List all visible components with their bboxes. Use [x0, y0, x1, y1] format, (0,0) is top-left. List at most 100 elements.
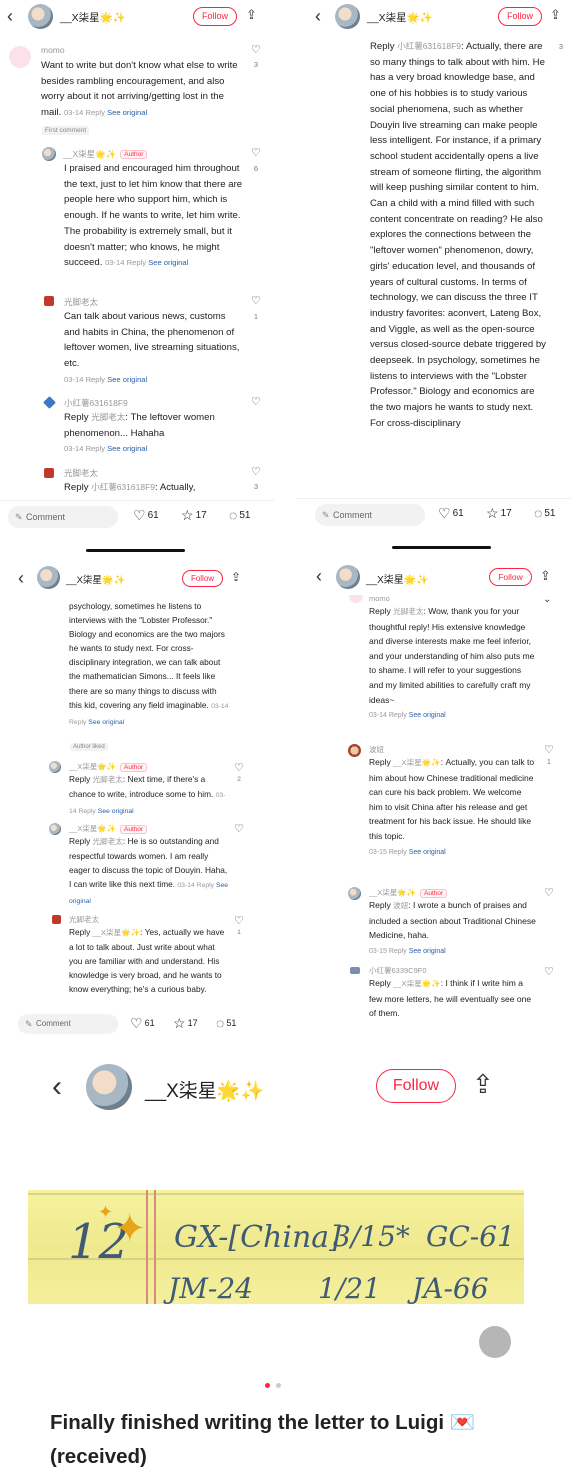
- reply-button[interactable]: Reply: [127, 258, 146, 267]
- share-icon[interactable]: ⇪: [540, 568, 551, 584]
- commenter-name[interactable]: 小红薯6339C9F0: [369, 965, 427, 976]
- follow-button[interactable]: Follow: [193, 7, 237, 26]
- like-icon[interactable]: ♡: [544, 745, 554, 756]
- reply-button[interactable]: Reply: [86, 444, 105, 453]
- author-avatar[interactable]: [335, 4, 360, 29]
- share-icon[interactable]: ⇪: [231, 570, 241, 584]
- reply-to-user[interactable]: 光脚老太: [393, 607, 423, 616]
- commenter-name[interactable]: __X柒星🌟✨ Author: [69, 823, 148, 834]
- share-icon[interactable]: ⇪: [550, 7, 561, 23]
- like-stat[interactable]: ♡ 61: [438, 505, 464, 522]
- reply-to-user[interactable]: 光脚老太: [91, 412, 125, 422]
- see-original-link[interactable]: See original: [409, 712, 446, 719]
- reply-to-user[interactable]: 小红薯631618F9: [397, 41, 461, 51]
- reply-to-user[interactable]: __X柒星🌟✨: [93, 928, 141, 937]
- like-icon[interactable]: ♡: [251, 296, 261, 307]
- see-original-link[interactable]: See original: [409, 948, 446, 955]
- like-icon[interactable]: ♡: [544, 888, 554, 899]
- follow-button[interactable]: Follow: [376, 1069, 456, 1103]
- comment-stat[interactable]: ◌ 51: [229, 507, 250, 523]
- collect-stat[interactable]: ☆ 17: [173, 1015, 198, 1032]
- like-icon[interactable]: ♡: [234, 763, 244, 774]
- carousel-dot-active[interactable]: [265, 1383, 270, 1388]
- reply-button[interactable]: Reply: [78, 808, 95, 815]
- see-original-link[interactable]: See original: [107, 108, 147, 117]
- back-icon[interactable]: ‹: [316, 566, 322, 587]
- comment-stat[interactable]: ◌ 51: [534, 505, 555, 521]
- see-original-link[interactable]: See original: [409, 849, 446, 856]
- commenter-avatar[interactable]: [44, 468, 54, 478]
- reply-to-user[interactable]: 小红薯631618F9: [91, 482, 155, 492]
- author-avatar[interactable]: [86, 1064, 132, 1110]
- carousel-dot[interactable]: [276, 1383, 281, 1388]
- author-avatar[interactable]: [37, 566, 60, 589]
- image-overlay-button[interactable]: [479, 1326, 511, 1358]
- see-original-link[interactable]: See original: [107, 444, 147, 453]
- share-icon[interactable]: ⇪: [246, 7, 257, 23]
- commenter-name[interactable]: 光脚老太: [64, 296, 98, 308]
- collect-stat[interactable]: ☆ 17: [181, 507, 207, 524]
- commenter-avatar[interactable]: [43, 396, 56, 409]
- chevron-down-icon[interactable]: ⌄: [543, 595, 553, 605]
- commenter-name[interactable]: momo: [369, 594, 390, 603]
- commenter-avatar[interactable]: [44, 296, 54, 306]
- commenter-avatar[interactable]: [349, 595, 363, 603]
- see-original-link[interactable]: See original: [98, 808, 134, 815]
- like-icon[interactable]: ♡: [234, 824, 244, 835]
- comment-input[interactable]: ✎ Comment: [8, 506, 118, 528]
- like-icon[interactable]: ♡: [234, 916, 244, 927]
- commenter-avatar[interactable]: [350, 967, 360, 974]
- like-icon[interactable]: ♡: [251, 148, 261, 159]
- commenter-name[interactable]: __X柒星🌟✨ Author: [369, 887, 448, 898]
- back-icon[interactable]: ‹: [7, 6, 13, 27]
- commenter-name[interactable]: 波妞: [369, 744, 384, 755]
- like-stat[interactable]: ♡ 61: [130, 1015, 155, 1032]
- author-name[interactable]: __X柒星🌟✨: [145, 1076, 264, 1103]
- see-original-link[interactable]: See original: [107, 375, 147, 384]
- author-avatar[interactable]: [28, 4, 53, 29]
- reply-to-user[interactable]: 波妞: [393, 901, 408, 910]
- commenter-name[interactable]: momo: [41, 45, 65, 55]
- author-name[interactable]: __X柒星🌟✨: [66, 572, 126, 586]
- follow-button[interactable]: Follow: [182, 570, 223, 587]
- commenter-avatar[interactable]: [49, 823, 61, 835]
- like-icon[interactable]: ♡: [544, 967, 554, 978]
- commenter-avatar[interactable]: [9, 46, 31, 68]
- commenter-name[interactable]: __X柒星🌟✨ Author: [63, 148, 148, 160]
- follow-button[interactable]: Follow: [498, 7, 542, 26]
- see-original-link[interactable]: See original: [88, 719, 124, 726]
- see-original-link[interactable]: See original: [148, 258, 188, 267]
- like-icon[interactable]: ♡: [251, 45, 261, 56]
- reply-button[interactable]: Reply: [389, 712, 407, 719]
- commenter-name[interactable]: 小红薯631618F9: [64, 397, 128, 409]
- reply-button[interactable]: Reply: [86, 108, 105, 117]
- collect-stat[interactable]: ☆ 17: [486, 505, 512, 522]
- reply-button[interactable]: Reply: [69, 719, 86, 726]
- commenter-name[interactable]: 光脚老太: [69, 914, 99, 925]
- author-name[interactable]: __X柒星🌟✨: [367, 10, 433, 25]
- reply-button[interactable]: Reply: [389, 948, 407, 955]
- reply-button[interactable]: Reply: [86, 375, 105, 384]
- commenter-avatar[interactable]: [49, 761, 61, 773]
- commenter-avatar[interactable]: [348, 887, 361, 900]
- like-icon[interactable]: ♡: [251, 397, 261, 408]
- commenter-name[interactable]: 光脚老太: [64, 467, 98, 479]
- author-avatar[interactable]: [336, 565, 360, 589]
- reply-to-user[interactable]: __X柒星🌟✨: [393, 979, 441, 988]
- post-image[interactable]: 12 ✦ ✦ GX-[China] 3/15* GC-61 JM-24 1/21…: [28, 1190, 524, 1304]
- comment-stat[interactable]: ◌ 51: [216, 1015, 236, 1031]
- follow-button[interactable]: Follow: [489, 568, 532, 586]
- reply-button[interactable]: Reply: [197, 882, 214, 889]
- commenter-avatar[interactable]: [348, 744, 361, 757]
- commenter-avatar[interactable]: [42, 147, 56, 161]
- back-icon[interactable]: ‹: [315, 6, 321, 27]
- comment-input[interactable]: ✎ Comment: [18, 1014, 118, 1034]
- commenter-avatar[interactable]: [52, 915, 61, 924]
- share-icon[interactable]: ⇪: [472, 1069, 494, 1100]
- back-icon[interactable]: ‹: [52, 1070, 62, 1104]
- like-stat[interactable]: ♡ 61: [133, 507, 159, 524]
- author-name[interactable]: __X柒星🌟✨: [60, 10, 126, 25]
- commenter-name[interactable]: __X柒星🌟✨ Author: [69, 761, 148, 772]
- reply-to-user[interactable]: 光脚老太: [93, 775, 123, 784]
- comment-input[interactable]: ✎ Comment: [315, 504, 425, 526]
